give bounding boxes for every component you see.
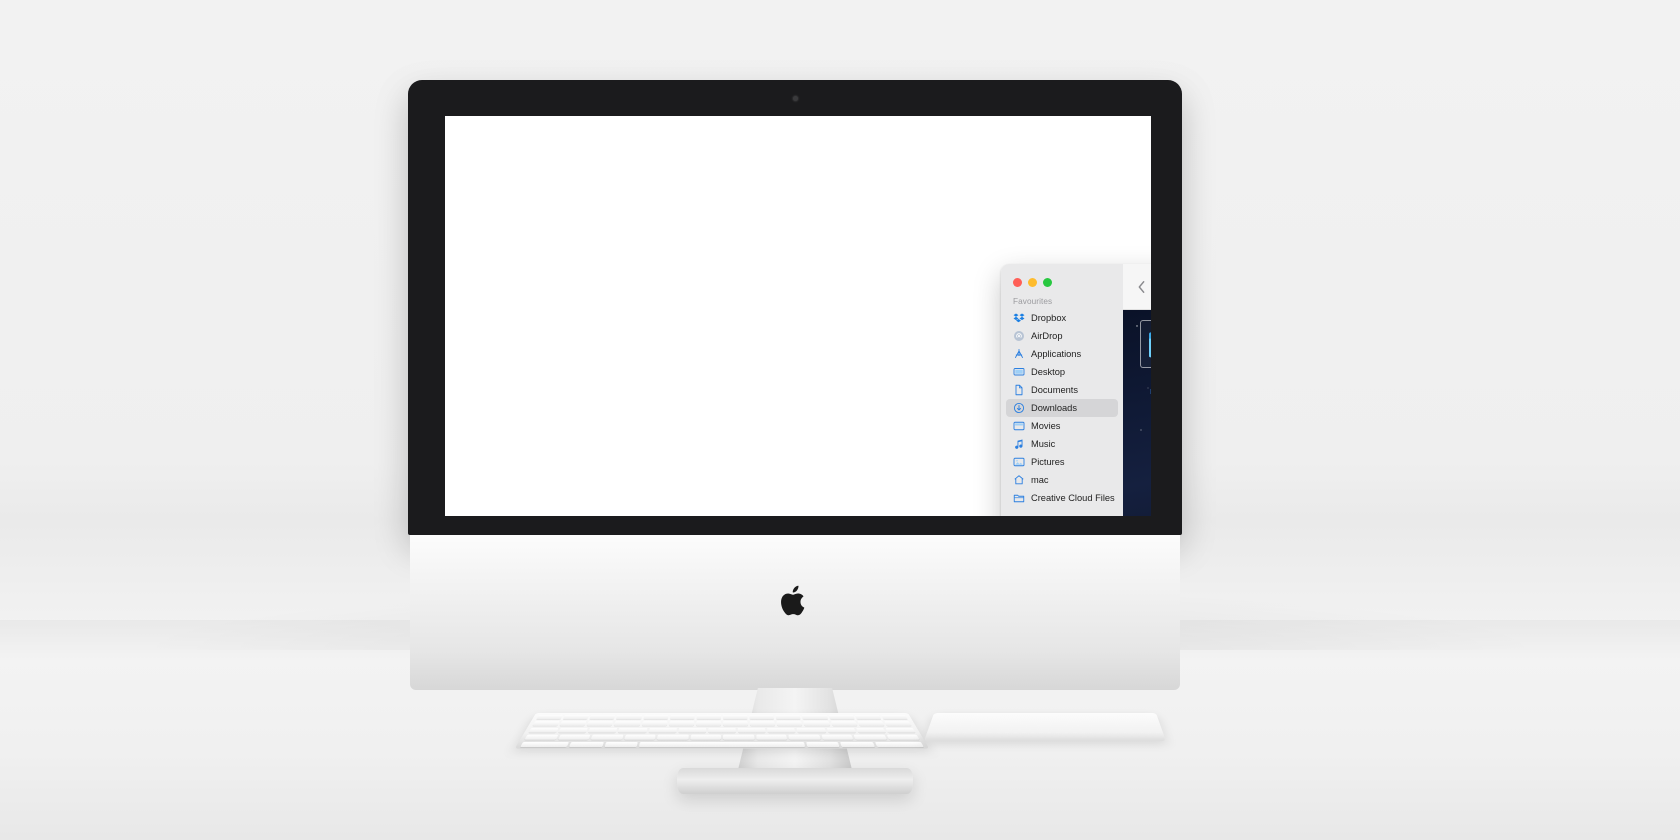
sidebar-section-icloud-label: iCloud (1001, 507, 1123, 516)
movies-icon (1013, 421, 1025, 431)
finder-content: Downloads (1123, 264, 1151, 516)
imac-computer: Favourites Dropbox AirDrop Applications … (408, 80, 1182, 794)
folder-icon (1013, 494, 1025, 503)
sidebar-item-applications[interactable]: Applications (1006, 345, 1118, 363)
sidebar-item-label: Applications (1031, 349, 1082, 359)
sidebar-item-airdrop[interactable]: AirDrop (1006, 327, 1118, 345)
sidebar-item-creative-cloud-files[interactable]: Creative Cloud Files (1006, 489, 1118, 507)
sidebar-item-label: Documents (1031, 385, 1079, 395)
keyboard-row (524, 727, 919, 733)
sidebar-item-label: mac (1031, 475, 1049, 485)
sidebar-item-mac-home[interactable]: mac (1006, 471, 1118, 489)
sidebar-item-documents[interactable]: Documents (1006, 381, 1118, 399)
zoom-button[interactable] (1043, 278, 1052, 287)
sidebar-item-label: Music (1031, 439, 1056, 449)
sidebar-item-label: Dropbox (1031, 313, 1067, 323)
finder-sidebar[interactable]: Favourites Dropbox AirDrop Applications … (1001, 264, 1123, 516)
sidebar-item-label: Creative Cloud Files (1031, 493, 1115, 503)
folder-icon (1149, 331, 1151, 357)
documents-icon (1015, 384, 1023, 396)
sidebar-item-label: Downloads (1031, 403, 1077, 413)
window-controls[interactable] (1001, 270, 1123, 287)
file-item-subtitle: No items (1137, 387, 1151, 396)
minimize-button[interactable] (1028, 278, 1037, 287)
imac-bezel: Favourites Dropbox AirDrop Applications … (408, 80, 1182, 535)
imac-stand-foot (677, 768, 913, 794)
sidebar-item-downloads[interactable]: Downloads (1006, 399, 1118, 417)
file-item-stuff[interactable]: Stuff No items (1137, 320, 1151, 396)
folder-thumbnail[interactable] (1140, 320, 1151, 368)
sidebar-item-label: Movies (1031, 421, 1061, 431)
nav-buttons[interactable] (1137, 280, 1151, 294)
sidebar-item-dropbox[interactable]: Dropbox (1006, 309, 1118, 327)
desktop-icon (1013, 368, 1025, 376)
keyboard-row (532, 714, 911, 720)
magic-keyboard (514, 713, 930, 749)
sidebar-item-movies[interactable]: Movies (1006, 417, 1118, 435)
sidebar-item-label: AirDrop (1031, 331, 1063, 341)
sidebar-item-music[interactable]: Music (1006, 435, 1118, 453)
file-grid-area[interactable]: Stuff No items (1123, 310, 1151, 516)
magic-trackpad (923, 713, 1167, 742)
sidebar-item-desktop[interactable]: Desktop (1006, 363, 1118, 381)
chevron-left-icon[interactable] (1137, 280, 1146, 294)
imac-display: Favourites Dropbox AirDrop Applications … (445, 116, 1151, 516)
applications-icon (1015, 349, 1023, 358)
pictures-icon (1013, 457, 1025, 467)
home-icon (1014, 475, 1024, 485)
airdrop-icon (1014, 331, 1024, 341)
dropbox-icon (1013, 313, 1025, 323)
keyboard-row (520, 734, 924, 740)
apple-logo (781, 585, 805, 616)
photo-scene: Favourites Dropbox AirDrop Applications … (0, 0, 1680, 840)
finder-window[interactable]: Favourites Dropbox AirDrop Applications … (1001, 264, 1151, 516)
facetime-camera-icon (792, 96, 798, 101)
sidebar-item-pictures[interactable]: Pictures (1006, 453, 1118, 471)
keyboard-row (516, 741, 929, 748)
keyboard-row (528, 721, 915, 726)
finder-body: Favourites Dropbox AirDrop Applications … (1001, 264, 1151, 516)
finder-toolbar: Downloads (1123, 264, 1151, 310)
close-button[interactable] (1013, 278, 1022, 287)
music-icon (1015, 439, 1023, 449)
sidebar-section-favourites-label: Favourites (1013, 297, 1053, 306)
downloads-icon (1013, 402, 1025, 414)
sidebar-item-label: Desktop (1031, 367, 1066, 377)
imac-chin (410, 535, 1180, 690)
sidebar-item-label: Pictures (1031, 457, 1065, 467)
